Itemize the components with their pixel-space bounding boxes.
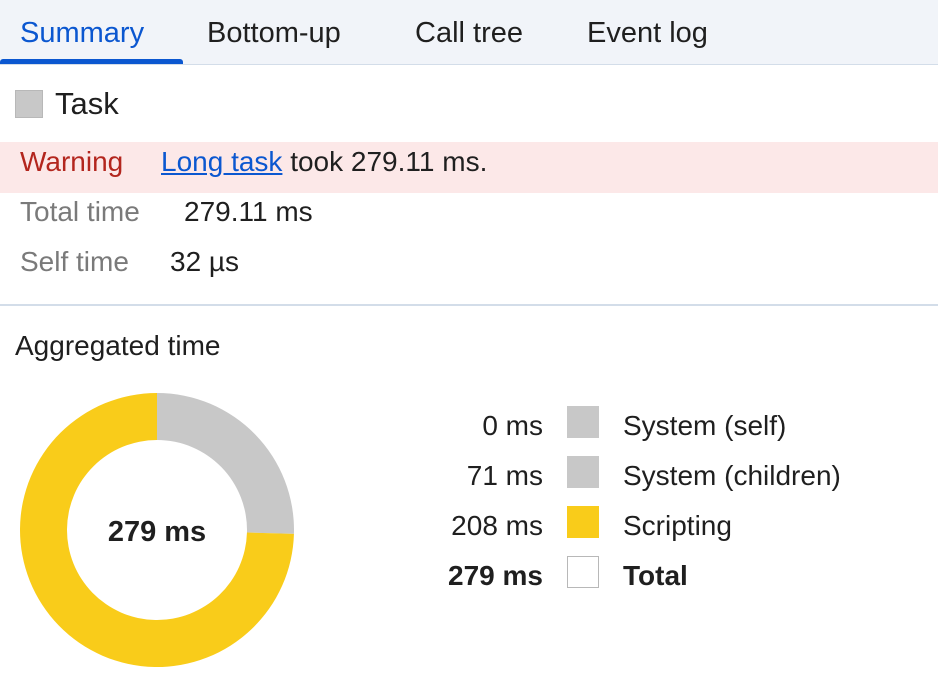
total-time-label: Total time — [20, 196, 140, 227]
legend-swatch-system-self — [567, 406, 599, 438]
legend-value-system-children: 71 ms — [466, 460, 543, 491]
warning-message: Long task took 279.11 ms. — [161, 146, 487, 178]
legend-label-total: Total — [623, 560, 688, 591]
tab-bar: Summary Bottom-up Call tree Event log — [0, 0, 938, 65]
aggregated-time-donut-chart: 279 ms — [20, 393, 294, 667]
tab-bottom-up[interactable]: Bottom-up — [207, 0, 341, 64]
warning-label: Warning — [20, 146, 124, 177]
tab-call-tree[interactable]: Call tree — [415, 0, 523, 64]
legend-swatch-system-children — [567, 456, 599, 488]
tab-event-log[interactable]: Event log — [587, 0, 708, 64]
self-time-value: 32 µs — [170, 246, 240, 277]
event-title: Task — [55, 86, 119, 121]
legend-value-scripting: 208 ms — [451, 510, 543, 541]
legend-swatch-total — [567, 556, 599, 588]
legend-value-total: 279 ms — [448, 560, 543, 591]
legend-label-system-self: System (self) — [623, 410, 787, 441]
active-tab-indicator — [0, 59, 183, 64]
donut-center-label: 279 ms — [108, 516, 206, 548]
warning-message-text: took 279.11 ms. — [290, 146, 488, 177]
legend-label-system-children: System (children) — [623, 460, 841, 491]
event-category-swatch — [15, 90, 43, 118]
legend-label-scripting: Scripting — [623, 510, 732, 541]
aggregated-time-heading: Aggregated time — [15, 330, 221, 361]
total-time-value: 279.11 ms — [184, 196, 313, 227]
donut-slice-system-children — [157, 393, 294, 534]
long-task-link[interactable]: Long task — [161, 146, 282, 177]
section-divider — [0, 304, 938, 306]
tab-summary[interactable]: Summary — [20, 0, 144, 64]
self-time-label: Self time — [20, 246, 129, 277]
legend-swatch-scripting — [567, 506, 599, 538]
legend-value-system-self: 0 ms — [482, 410, 543, 441]
